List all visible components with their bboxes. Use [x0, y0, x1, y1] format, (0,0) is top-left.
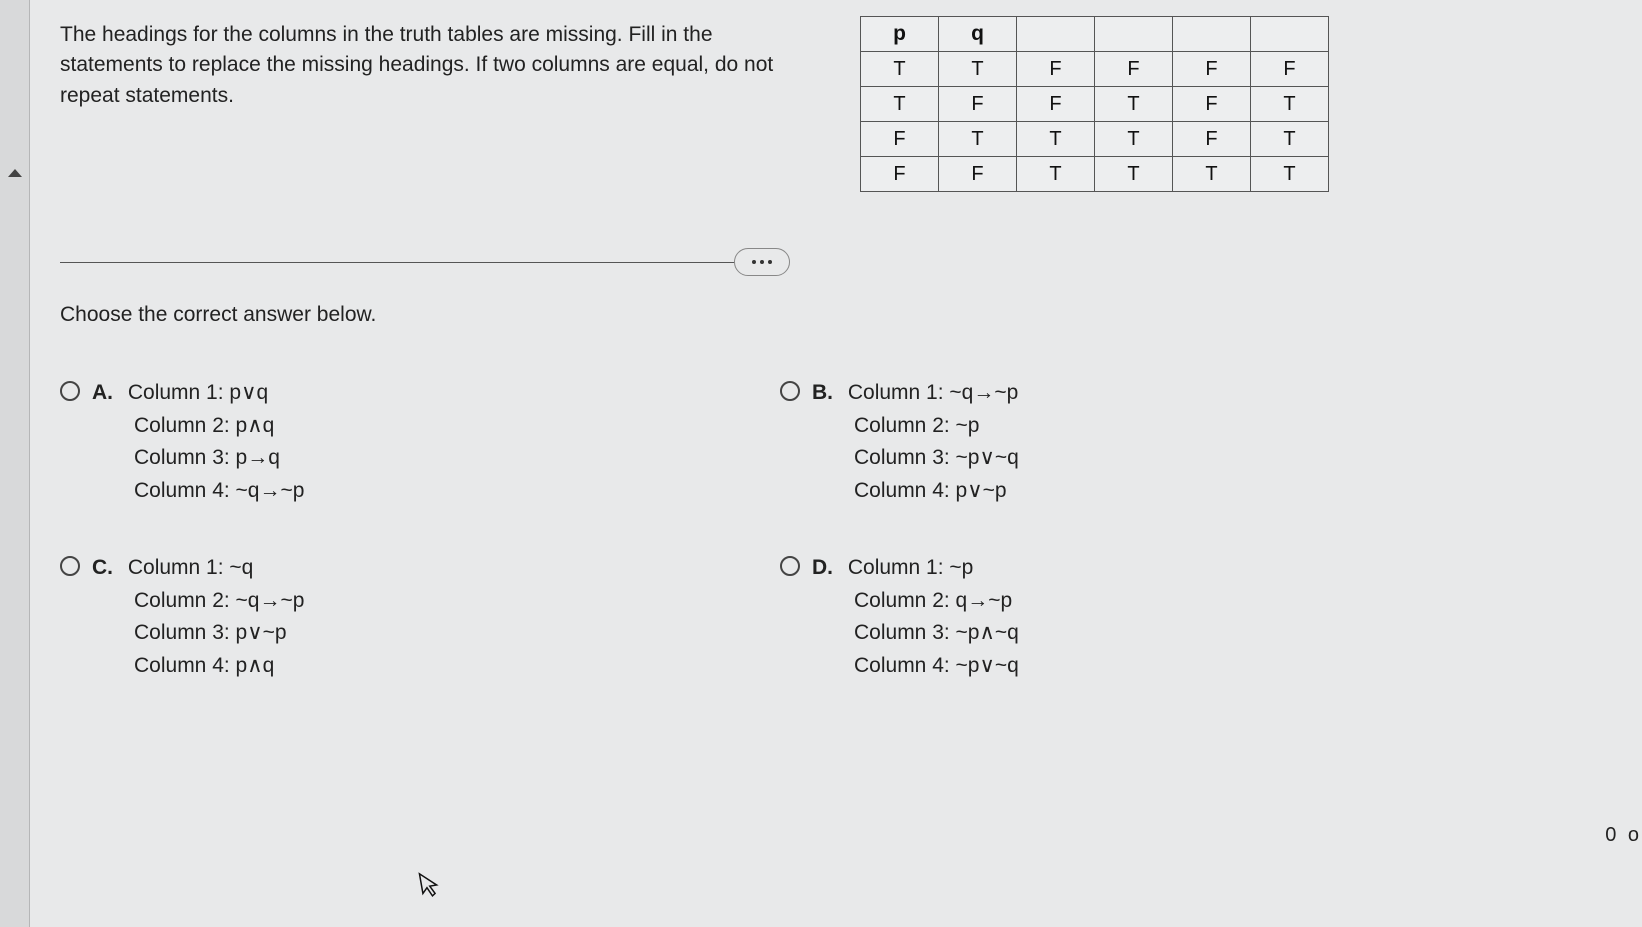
option-a-line-2: Column 2: p∧q	[134, 410, 274, 443]
cell: T	[1017, 157, 1095, 192]
option-a[interactable]: A. Column 1: p∨q Column 2: p∧q Column 3:…	[60, 377, 740, 507]
cell: T	[1173, 157, 1251, 192]
cursor-icon	[417, 868, 445, 906]
option-a-line-1: Column 1: p∨q	[128, 381, 268, 404]
option-d-line-1: Column 1: ~p	[848, 556, 974, 579]
radio-d[interactable]	[780, 556, 800, 576]
question-text: The headings for the columns in the trut…	[60, 20, 800, 111]
cell: T	[1251, 157, 1329, 192]
cell: T	[1095, 157, 1173, 192]
scroll-up-icon[interactable]	[6, 165, 24, 183]
option-d-label: D.	[812, 552, 842, 585]
table-header-p: p	[861, 17, 939, 52]
option-a-line-3: Column 3: p→q	[134, 442, 280, 475]
cell: F	[1173, 87, 1251, 122]
ellipsis-button[interactable]	[734, 248, 790, 276]
option-a-line-4: Column 4: ~q→~p	[134, 475, 304, 508]
content-area: The headings for the columns in the trut…	[60, 20, 1622, 682]
option-b-line-4: Column 4: p∨~p	[854, 475, 1007, 508]
cell: F	[1017, 52, 1095, 87]
option-b-line-2: Column 2: ~p	[854, 410, 980, 443]
cell: T	[939, 52, 1017, 87]
table-header-blank-1	[1017, 17, 1095, 52]
table-header-blank-4	[1251, 17, 1329, 52]
option-d-body: D. Column 1: ~p Column 2: q→~p Column 3:…	[812, 552, 1019, 682]
table-row: T T F F F F	[861, 52, 1329, 87]
truth-table: p q T T F F F F T F F T F T	[860, 16, 1329, 192]
option-c[interactable]: C. Column 1: ~q Column 2: ~q→~p Column 3…	[60, 552, 740, 682]
option-d-line-3: Column 3: ~p∧~q	[854, 617, 1019, 650]
option-c-line-3: Column 3: p∨~p	[134, 617, 287, 650]
cell: F	[1173, 52, 1251, 87]
divider	[60, 262, 780, 263]
option-c-label: C.	[92, 552, 122, 585]
cell: F	[1017, 87, 1095, 122]
table-row: F F T T T T	[861, 157, 1329, 192]
option-c-body: C. Column 1: ~q Column 2: ~q→~p Column 3…	[92, 552, 304, 682]
table-header-row: p q	[861, 17, 1329, 52]
option-b-line-1: Column 1: ~q→~p	[848, 381, 1018, 404]
cell: F	[939, 157, 1017, 192]
cell: T	[861, 87, 939, 122]
options-grid: A. Column 1: p∨q Column 2: p∧q Column 3:…	[60, 377, 1622, 682]
option-d[interactable]: D. Column 1: ~p Column 2: q→~p Column 3:…	[780, 552, 1460, 682]
option-b[interactable]: B. Column 1: ~q→~p Column 2: ~p Column 3…	[780, 377, 1460, 507]
cell: T	[861, 52, 939, 87]
table-header-blank-2	[1095, 17, 1173, 52]
cell: T	[1251, 122, 1329, 157]
dot-icon	[760, 260, 764, 264]
table-header-blank-3	[1173, 17, 1251, 52]
option-b-body: B. Column 1: ~q→~p Column 2: ~p Column 3…	[812, 377, 1019, 507]
cell: T	[1095, 122, 1173, 157]
radio-a[interactable]	[60, 381, 80, 401]
table-row: T F F T F T	[861, 87, 1329, 122]
cell: T	[1251, 87, 1329, 122]
cell: F	[939, 87, 1017, 122]
top-row: The headings for the columns in the trut…	[60, 20, 1622, 192]
option-b-label: B.	[812, 377, 842, 410]
table-row: F T T T F T	[861, 122, 1329, 157]
option-c-line-2: Column 2: ~q→~p	[134, 585, 304, 618]
option-d-line-2: Column 2: q→~p	[854, 585, 1012, 618]
option-a-body: A. Column 1: p∨q Column 2: p∧q Column 3:…	[92, 377, 304, 507]
cell: F	[1251, 52, 1329, 87]
dot-icon	[752, 260, 756, 264]
cell: F	[1173, 122, 1251, 157]
dot-icon	[768, 260, 772, 264]
option-c-line-4: Column 4: p∧q	[134, 650, 274, 683]
radio-b[interactable]	[780, 381, 800, 401]
cell: T	[1095, 87, 1173, 122]
cell: F	[1095, 52, 1173, 87]
cell: T	[939, 122, 1017, 157]
cell: F	[861, 157, 939, 192]
option-c-line-1: Column 1: ~q	[128, 556, 254, 579]
instruction-text: Choose the correct answer below.	[60, 303, 1622, 327]
cell: F	[861, 122, 939, 157]
radio-c[interactable]	[60, 556, 80, 576]
footer-text: 0 o	[1605, 824, 1642, 847]
cell: T	[1017, 122, 1095, 157]
option-d-line-4: Column 4: ~p∨~q	[854, 650, 1019, 683]
table-header-q: q	[939, 17, 1017, 52]
option-b-line-3: Column 3: ~p∨~q	[854, 442, 1019, 475]
option-a-label: A.	[92, 377, 122, 410]
left-scrollbar-strip	[0, 0, 30, 927]
divider-line	[60, 262, 780, 263]
